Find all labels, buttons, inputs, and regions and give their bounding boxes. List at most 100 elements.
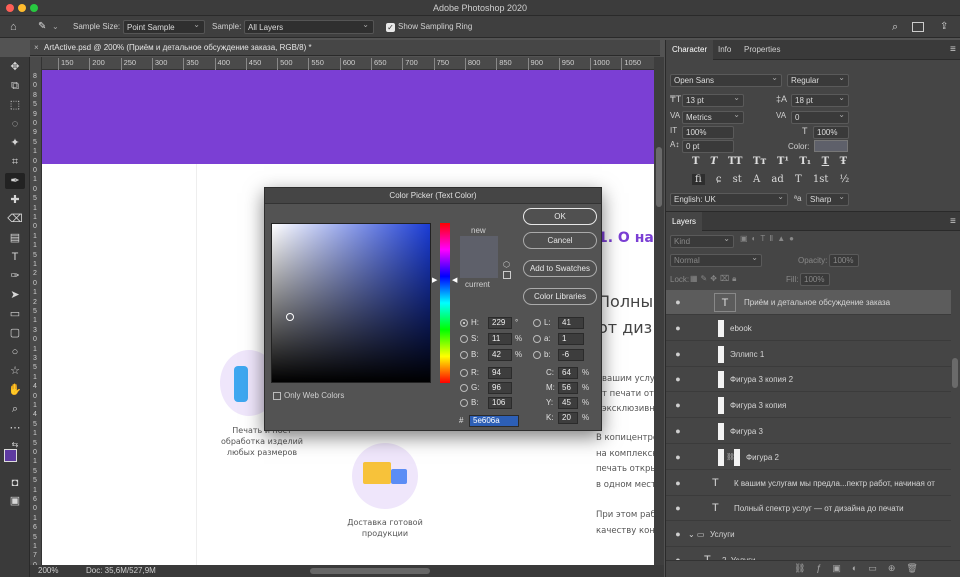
hue-slider[interactable] bbox=[440, 223, 450, 383]
font-size-field[interactable]: 13 pt bbox=[682, 92, 744, 107]
horizontal-scale-field[interactable]: 100% bbox=[813, 126, 849, 139]
home-icon[interactable]: ⌂ bbox=[10, 20, 17, 34]
share-icon[interactable]: ⇪ bbox=[940, 20, 948, 34]
foreground-color-swatch[interactable] bbox=[4, 449, 17, 462]
s-field[interactable]: 11 bbox=[488, 333, 512, 345]
a-field[interactable]: 1 bbox=[558, 333, 584, 345]
lab-b-radio[interactable] bbox=[533, 351, 541, 359]
kerning-dropdown[interactable]: Metrics bbox=[682, 109, 744, 124]
eye-icon[interactable]: ● bbox=[672, 367, 684, 392]
hand-tool-icon[interactable]: ✋ bbox=[5, 382, 25, 398]
k-field[interactable]: 20 bbox=[558, 412, 578, 424]
quick-select-tool-icon[interactable]: ✦ bbox=[5, 135, 25, 151]
eye-icon[interactable]: ● bbox=[672, 290, 684, 315]
tab-character[interactable]: Character bbox=[666, 40, 714, 60]
stylistic-alternates-button[interactable]: ad bbox=[771, 174, 783, 185]
sample-dropdown[interactable]: All Layers bbox=[244, 18, 374, 34]
r-radio[interactable] bbox=[460, 369, 468, 377]
eye-icon[interactable]: ● bbox=[672, 393, 684, 418]
lab-b-field[interactable]: -6 bbox=[558, 349, 584, 361]
h-radio[interactable] bbox=[460, 319, 468, 327]
layer-footer-icons[interactable]: ⛓ƒ▣◐▭⊕🗑︎ bbox=[794, 563, 929, 574]
titling-alternates-button[interactable]: T bbox=[795, 174, 802, 185]
layers-scrollbar-thumb[interactable] bbox=[952, 358, 958, 388]
blue-field[interactable]: 106 bbox=[488, 397, 512, 409]
gamut-warning-icon[interactable]: ⬡ bbox=[503, 260, 510, 269]
cancel-button[interactable]: Cancel bbox=[523, 232, 597, 249]
eyedropper-tool-icon[interactable]: ✒ bbox=[5, 173, 25, 189]
only-web-colors-checkbox[interactable] bbox=[273, 392, 281, 400]
zoom-level[interactable]: 200% bbox=[38, 565, 58, 577]
pen-tool-icon[interactable]: ✑ bbox=[5, 268, 25, 284]
a-radio[interactable] bbox=[533, 335, 541, 343]
gradient-tool-icon[interactable]: ▤ bbox=[5, 230, 25, 246]
layer-filter-dropdown[interactable]: Kind bbox=[670, 233, 734, 248]
g-field[interactable]: 96 bbox=[488, 382, 512, 394]
workspace-icon[interactable] bbox=[912, 22, 924, 32]
layer-row[interactable]: ● Эллипс 1 bbox=[666, 342, 951, 367]
marquee-tool-icon[interactable]: ⬚ bbox=[5, 97, 25, 113]
eye-icon[interactable]: ● bbox=[672, 342, 684, 367]
folder-icon[interactable]: ⌄ ▭ bbox=[688, 522, 704, 547]
zoom-tool-icon[interactable]: ⌕ bbox=[5, 401, 25, 417]
move-tool-icon[interactable]: ✥ bbox=[5, 59, 25, 75]
web-safe-icon[interactable] bbox=[503, 271, 511, 279]
eraser-tool-icon[interactable]: ⌫ bbox=[5, 211, 25, 227]
search-icon[interactable]: ⌕ bbox=[892, 20, 898, 34]
layer-row[interactable]: ● Фигура 3 копия 2 bbox=[666, 367, 951, 393]
layers-menu-icon[interactable]: ≡ bbox=[944, 212, 960, 232]
sample-size-dropdown[interactable]: Point Sample bbox=[123, 18, 205, 34]
color-libraries-button[interactable]: Color Libraries bbox=[523, 288, 597, 305]
antialias-dropdown[interactable]: Sharp bbox=[806, 191, 849, 206]
blue-radio[interactable] bbox=[460, 399, 468, 407]
filter-icons[interactable]: ▣◐TⅡ▲● bbox=[740, 234, 798, 243]
type-tool-icon[interactable]: T bbox=[5, 249, 25, 265]
eye-icon[interactable]: ● bbox=[672, 316, 684, 341]
l-radio[interactable] bbox=[533, 319, 541, 327]
opacity-field[interactable]: 100% bbox=[829, 254, 859, 267]
s-radio[interactable] bbox=[460, 335, 468, 343]
baseline-shift-field[interactable]: 0 pt bbox=[682, 140, 734, 153]
layer-row[interactable]: ● ⛓ Фигура 2 bbox=[666, 445, 951, 470]
g-radio[interactable] bbox=[460, 384, 468, 392]
layer-row[interactable]: ● T Полный спектр услуг — от дизайна до пе… bbox=[666, 496, 951, 522]
layer-row[interactable]: ● T 2. Услуги bbox=[666, 548, 951, 560]
lasso-tool-icon[interactable]: ◌ bbox=[5, 116, 25, 132]
language-dropdown[interactable]: English: UK bbox=[670, 191, 788, 206]
vertical-scale-field[interactable]: 100% bbox=[682, 126, 734, 139]
tab-properties[interactable]: Properties bbox=[738, 40, 786, 60]
zoom-window-button[interactable] bbox=[30, 4, 38, 12]
b-radio[interactable] bbox=[460, 351, 468, 359]
lock-icons[interactable]: ▦✎✥⌧🔒︎ bbox=[690, 274, 739, 284]
b-field[interactable]: 42 bbox=[488, 349, 512, 361]
discretionary-ligatures-button[interactable]: st bbox=[733, 174, 742, 185]
small-caps-button[interactable]: Tт bbox=[753, 156, 767, 167]
horizontal-scrollbar-thumb[interactable] bbox=[310, 568, 430, 574]
healing-brush-tool-icon[interactable]: ✚ bbox=[5, 192, 25, 208]
fill-field[interactable]: 100% bbox=[800, 273, 830, 286]
eye-icon[interactable]: ● bbox=[672, 496, 684, 521]
minimize-window-button[interactable] bbox=[18, 4, 26, 12]
close-document-icon[interactable]: × bbox=[34, 43, 39, 52]
current-color-swatch[interactable] bbox=[460, 257, 498, 278]
path-selection-tool-icon[interactable]: ➤ bbox=[5, 287, 25, 303]
strikethrough-button[interactable]: Ŧ bbox=[840, 156, 847, 167]
superscript-button[interactable]: T¹ bbox=[777, 156, 789, 167]
blend-mode-dropdown[interactable]: Normal bbox=[670, 252, 762, 267]
layer-row[interactable]: ● T К вашим услугам мы предла...пектр рабо… bbox=[666, 471, 951, 496]
artboard-tool-icon[interactable]: ⧉ bbox=[5, 78, 25, 94]
layer-row[interactable]: ● ebook bbox=[666, 316, 951, 341]
r-field[interactable]: 94 bbox=[488, 367, 512, 379]
m-field[interactable]: 56 bbox=[558, 382, 578, 394]
show-ring-checkbox[interactable]: ✓ bbox=[386, 23, 395, 32]
layer-row[interactable]: ● Фигура 3 bbox=[666, 419, 951, 444]
close-window-button[interactable] bbox=[6, 4, 14, 12]
layer-row[interactable]: ● ⌄ ▭ Услуги bbox=[666, 522, 951, 548]
ok-button[interactable]: OK bbox=[523, 208, 597, 225]
h-field[interactable]: 229 bbox=[488, 317, 512, 329]
rounded-rect-tool-icon[interactable]: ▢ bbox=[5, 325, 25, 341]
subscript-button[interactable]: T₁ bbox=[799, 156, 811, 167]
y-field[interactable]: 45 bbox=[558, 397, 578, 409]
tab-layers[interactable]: Layers bbox=[666, 212, 703, 232]
hue-slider-arrow-right[interactable]: ◀ bbox=[452, 276, 457, 284]
